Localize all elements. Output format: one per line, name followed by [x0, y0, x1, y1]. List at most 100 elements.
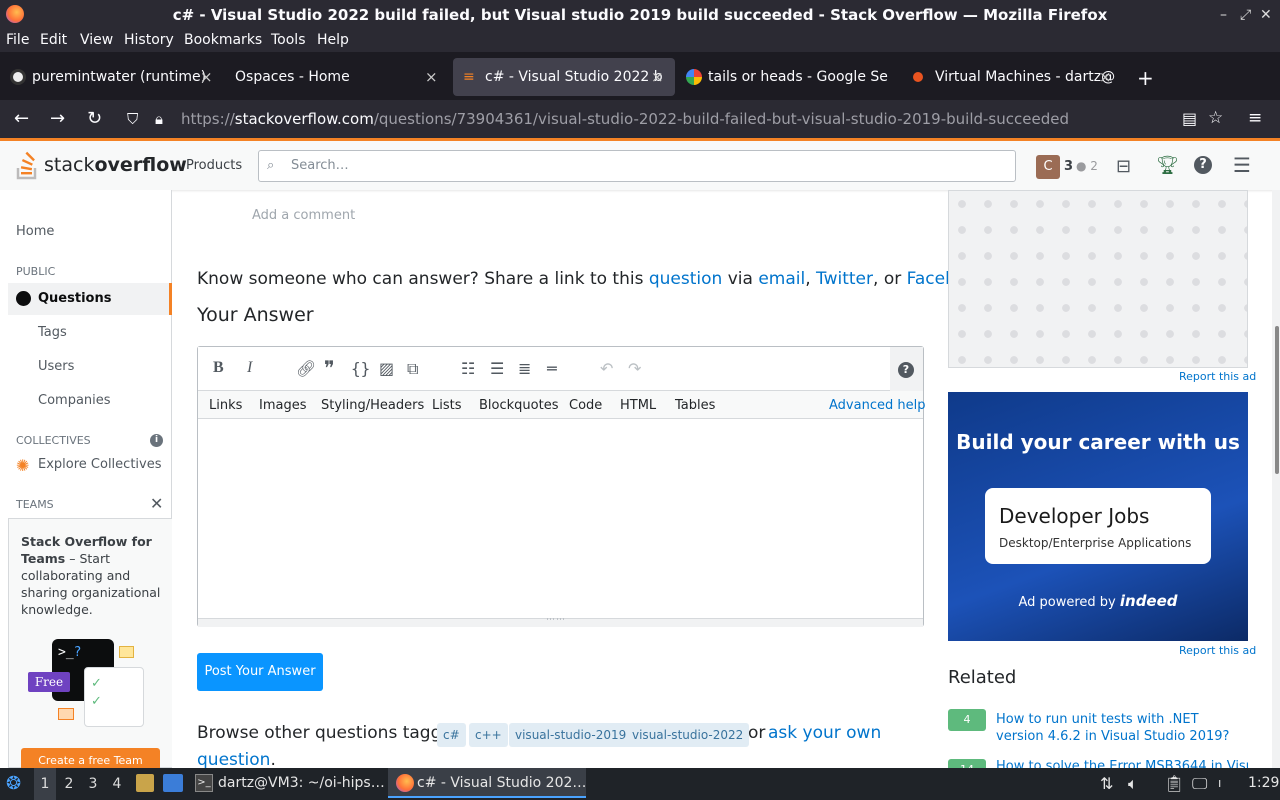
tag-cpp[interactable]: c++ — [469, 723, 508, 747]
new-tab-icon[interactable]: + — [1137, 66, 1154, 90]
inbox-icon[interactable]: ⊟ — [1116, 156, 1131, 177]
ask-own-link[interactable]: ask your own — [768, 723, 881, 743]
tab-close-icon[interactable]: × — [651, 58, 664, 96]
share-twitter-link[interactable]: Twitter — [816, 269, 873, 289]
url-bar[interactable]: https://stackoverflow.com/questions/7390… — [181, 110, 1069, 128]
sidebar-item-questions[interactable]: Questions — [38, 291, 111, 306]
italic-icon[interactable]: I — [247, 359, 252, 377]
share-email-link[interactable]: email — [758, 269, 805, 289]
stackoverflow-logo-text[interactable]: stackoverflow — [44, 154, 187, 176]
editor-resize-grip[interactable]: ⋯⋯ — [198, 615, 923, 627]
bold-icon[interactable]: B — [213, 359, 224, 377]
tab-stackoverflow[interactable]: ≡ c# - Visual Studio 2022 b × — [453, 58, 675, 96]
image-icon[interactable]: ▨ — [379, 359, 394, 378]
clipboard-icon[interactable]: 📋︎ — [1164, 774, 1184, 793]
bulleted-list-icon[interactable]: ☰ — [490, 359, 504, 378]
tag-vs2022[interactable]: visual-studio-2022 — [626, 723, 750, 747]
undo-icon[interactable]: ↶ — [600, 359, 613, 378]
numbered-list-icon[interactable]: ☷ — [461, 359, 475, 378]
post-answer-button[interactable]: Post Your Answer — [197, 653, 323, 691]
ad-placeholder[interactable] — [948, 190, 1248, 368]
help-html[interactable]: HTML — [620, 398, 656, 413]
start-menu-icon[interactable]: ❂ — [6, 773, 21, 794]
tab-puremintwater[interactable]: puremintwater (runtime) × — [0, 58, 222, 96]
menu-tools[interactable]: Tools — [271, 32, 306, 48]
tab-google[interactable]: tails or heads - Google Se — [676, 58, 900, 96]
tab-virtual-machines[interactable]: Virtual Machines - dartz@ × — [903, 58, 1123, 96]
workspace-1[interactable]: 1 — [34, 768, 56, 800]
files-icon[interactable] — [136, 774, 154, 792]
link-icon[interactable]: 🔗︎ — [296, 359, 316, 378]
tab-close-icon[interactable]: × — [200, 58, 213, 96]
menu-edit[interactable]: Edit — [40, 32, 67, 48]
horizontal-rule-icon[interactable]: ═ — [547, 359, 557, 378]
tab-ospaces[interactable]: Ospaces - Home × — [223, 58, 447, 96]
page-scrollbar[interactable] — [1272, 190, 1280, 768]
code-block-icon[interactable]: {} — [351, 359, 370, 378]
avatar[interactable]: C — [1036, 155, 1060, 179]
redo-icon[interactable]: ↷ — [628, 359, 641, 378]
reload-icon[interactable]: ↻ — [87, 108, 102, 129]
heading-icon[interactable]: ≣ — [518, 359, 531, 378]
achievements-icon[interactable]: 🏆︎ — [1156, 155, 1179, 176]
app-menu-icon[interactable]: ≡ — [1248, 108, 1262, 128]
products-link[interactable]: Products — [186, 158, 242, 173]
sidebar-item-users[interactable]: Users — [38, 359, 74, 374]
sidebar-item-explore-collectives[interactable]: Explore Collectives — [38, 457, 162, 472]
help-code[interactable]: Code — [569, 398, 602, 413]
taskbar-terminal[interactable]: dartz@VM3: ~/oi-hips… — [218, 775, 385, 791]
advanced-help-link[interactable]: Advanced help — [829, 398, 925, 413]
career-ad[interactable]: Build your career with us Developer Jobs… — [948, 392, 1248, 641]
menu-file[interactable]: File — [6, 32, 29, 48]
share-question-link[interactable]: question — [649, 269, 722, 289]
snippet-icon[interactable]: ⧉ — [407, 359, 418, 379]
dismiss-icon[interactable]: ✕ — [150, 494, 163, 513]
add-comment-link[interactable]: Add a comment — [252, 208, 355, 223]
stackoverflow-logo-icon[interactable] — [16, 150, 40, 180]
menu-history[interactable]: History — [124, 32, 174, 48]
help-icon[interactable]: ? — [1194, 156, 1212, 174]
workspace-2[interactable]: 2 — [58, 768, 80, 800]
help-styling[interactable]: Styling/Headers — [321, 398, 424, 413]
volume-icon[interactable]: 🔈︎ — [1128, 774, 1138, 794]
taskbar-browser[interactable]: c# - Visual Studio 202… — [417, 775, 586, 791]
monitor-icon[interactable]: 🖵 — [1192, 774, 1207, 794]
shield-icon[interactable]: ⛉ — [127, 110, 138, 128]
editor-help-icon[interactable]: ? — [898, 362, 914, 378]
reader-view-icon[interactable]: ▤ — [1182, 109, 1197, 128]
help-blockquotes[interactable]: Blockquotes — [479, 398, 558, 413]
create-team-button[interactable]: Create a free Team — [21, 748, 160, 768]
sidebar-item-tags[interactable]: Tags — [38, 325, 67, 340]
sidebar-item-companies[interactable]: Companies — [38, 393, 111, 408]
ask-question-link[interactable]: question — [197, 750, 270, 768]
help-tables[interactable]: Tables — [675, 398, 715, 413]
scrollbar-thumb[interactable] — [1275, 326, 1279, 474]
menu-bookmarks[interactable]: Bookmarks — [184, 32, 262, 48]
tab-close-icon[interactable]: × — [425, 58, 438, 96]
back-icon[interactable]: ← — [14, 108, 29, 129]
network-icon[interactable]: ⇅ — [1100, 774, 1113, 793]
tag-vs2019[interactable]: visual-studio-2019 — [509, 723, 633, 747]
report-ad-link[interactable]: Report this ad — [1179, 370, 1256, 383]
help-lists[interactable]: Lists — [432, 398, 462, 413]
blockquote-icon[interactable]: ❞ — [324, 356, 335, 380]
bookmark-star-icon[interactable]: ☆ — [1208, 108, 1223, 128]
answer-textarea[interactable] — [198, 419, 923, 618]
minimize-icon[interactable]: – — [1220, 0, 1227, 30]
maximize-icon[interactable]: ⤢ — [1240, 0, 1251, 30]
site-switcher-icon[interactable]: ☰ — [1233, 153, 1251, 177]
menu-help[interactable]: Help — [317, 32, 349, 48]
related-question-link[interactable]: How to solve the Error MSB3644 in Visual — [996, 759, 1248, 768]
report-ad-link[interactable]: Report this ad — [1179, 644, 1256, 657]
workspace-4[interactable]: 4 — [106, 768, 128, 800]
search-input[interactable]: ⌕ Search… — [258, 150, 1016, 182]
related-question-link[interactable]: How to run unit tests with .NET version … — [996, 711, 1246, 745]
workspace-3[interactable]: 3 — [82, 768, 104, 800]
close-icon[interactable]: ✕ — [1260, 0, 1272, 30]
tab-close-icon[interactable]: × — [1099, 58, 1112, 96]
tag-csharp[interactable]: c# — [437, 723, 466, 747]
menu-view[interactable]: View — [80, 32, 113, 48]
help-images[interactable]: Images — [259, 398, 307, 413]
help-links[interactable]: Links — [209, 398, 242, 413]
sidebar-item-home[interactable]: Home — [16, 224, 54, 239]
